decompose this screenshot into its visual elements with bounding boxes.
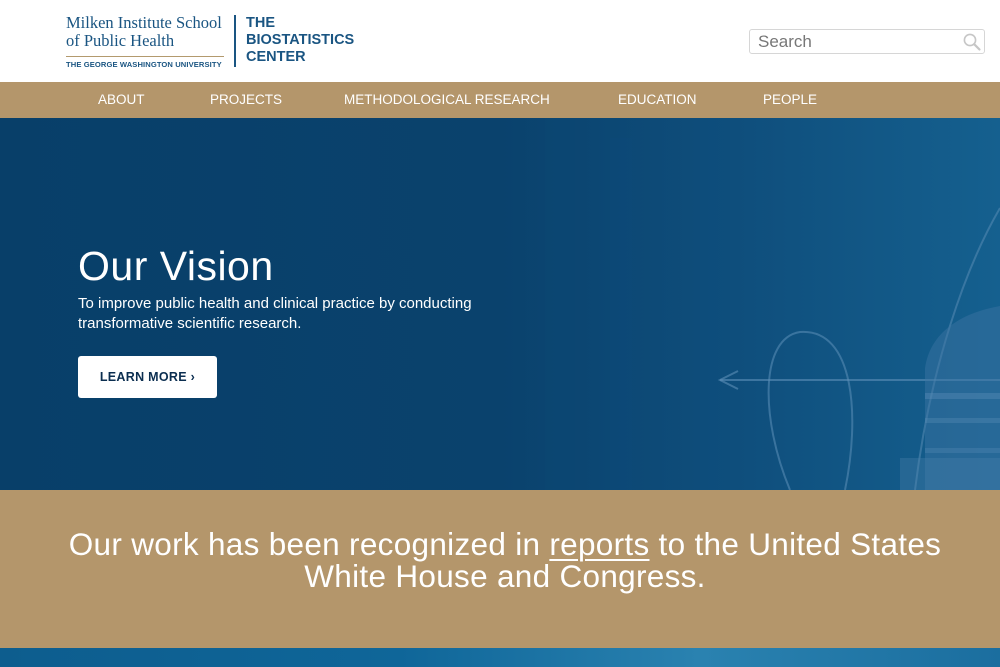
hero-subtitle: To improve public health and clinical pr…	[78, 295, 472, 332]
university-name: THE GEORGE WASHINGTON UNIVERSITY	[66, 60, 222, 69]
nav-item-education[interactable]: EDUCATION	[618, 82, 697, 118]
center-name-line3: CENTER	[246, 49, 306, 65]
school-name-line2: of Public Health	[66, 31, 175, 50]
search-box	[749, 29, 985, 54]
nav-item-methodological-research[interactable]: METHODOLOGICAL RESEARCH	[344, 82, 550, 118]
logo-divider	[234, 15, 236, 67]
learn-more-button[interactable]: LEARN MORE ›	[78, 356, 217, 398]
school-logo: Milken Institute School of Public Health…	[66, 14, 224, 69]
center-name-line2: BIOSTATISTICS	[246, 32, 355, 48]
nav-item-projects[interactable]: PROJECTS	[210, 82, 282, 118]
search-icon[interactable]	[962, 32, 982, 52]
reports-link[interactable]: reports	[549, 526, 649, 562]
nav-item-about[interactable]: ABOUT	[98, 82, 145, 118]
site-logo[interactable]: Milken Institute School of Public Health…	[66, 14, 354, 69]
nav-item-people[interactable]: PEOPLE	[763, 82, 817, 118]
center-name-line1: THE	[246, 15, 275, 31]
search-input[interactable]	[750, 30, 958, 53]
hero-banner: Our Vision To improve public health and …	[0, 118, 1000, 490]
site-header: Milken Institute School of Public Health…	[0, 0, 1000, 82]
hero-title: Our Vision	[78, 243, 274, 289]
school-name-line1: Milken Institute School	[66, 13, 222, 32]
recognition-prefix: Our work has been recognized in	[68, 526, 550, 562]
recognition-banner: Our work has been recognized in reports …	[0, 490, 1000, 648]
next-section-strip	[0, 648, 1000, 667]
recognition-text: Our work has been recognized in reports …	[60, 528, 950, 592]
logo-rule	[66, 56, 224, 57]
main-nav: ABOUT PROJECTS METHODOLOGICAL RESEARCH E…	[0, 82, 1000, 118]
center-name: THE BIOSTATISTICS CENTER	[246, 15, 354, 66]
